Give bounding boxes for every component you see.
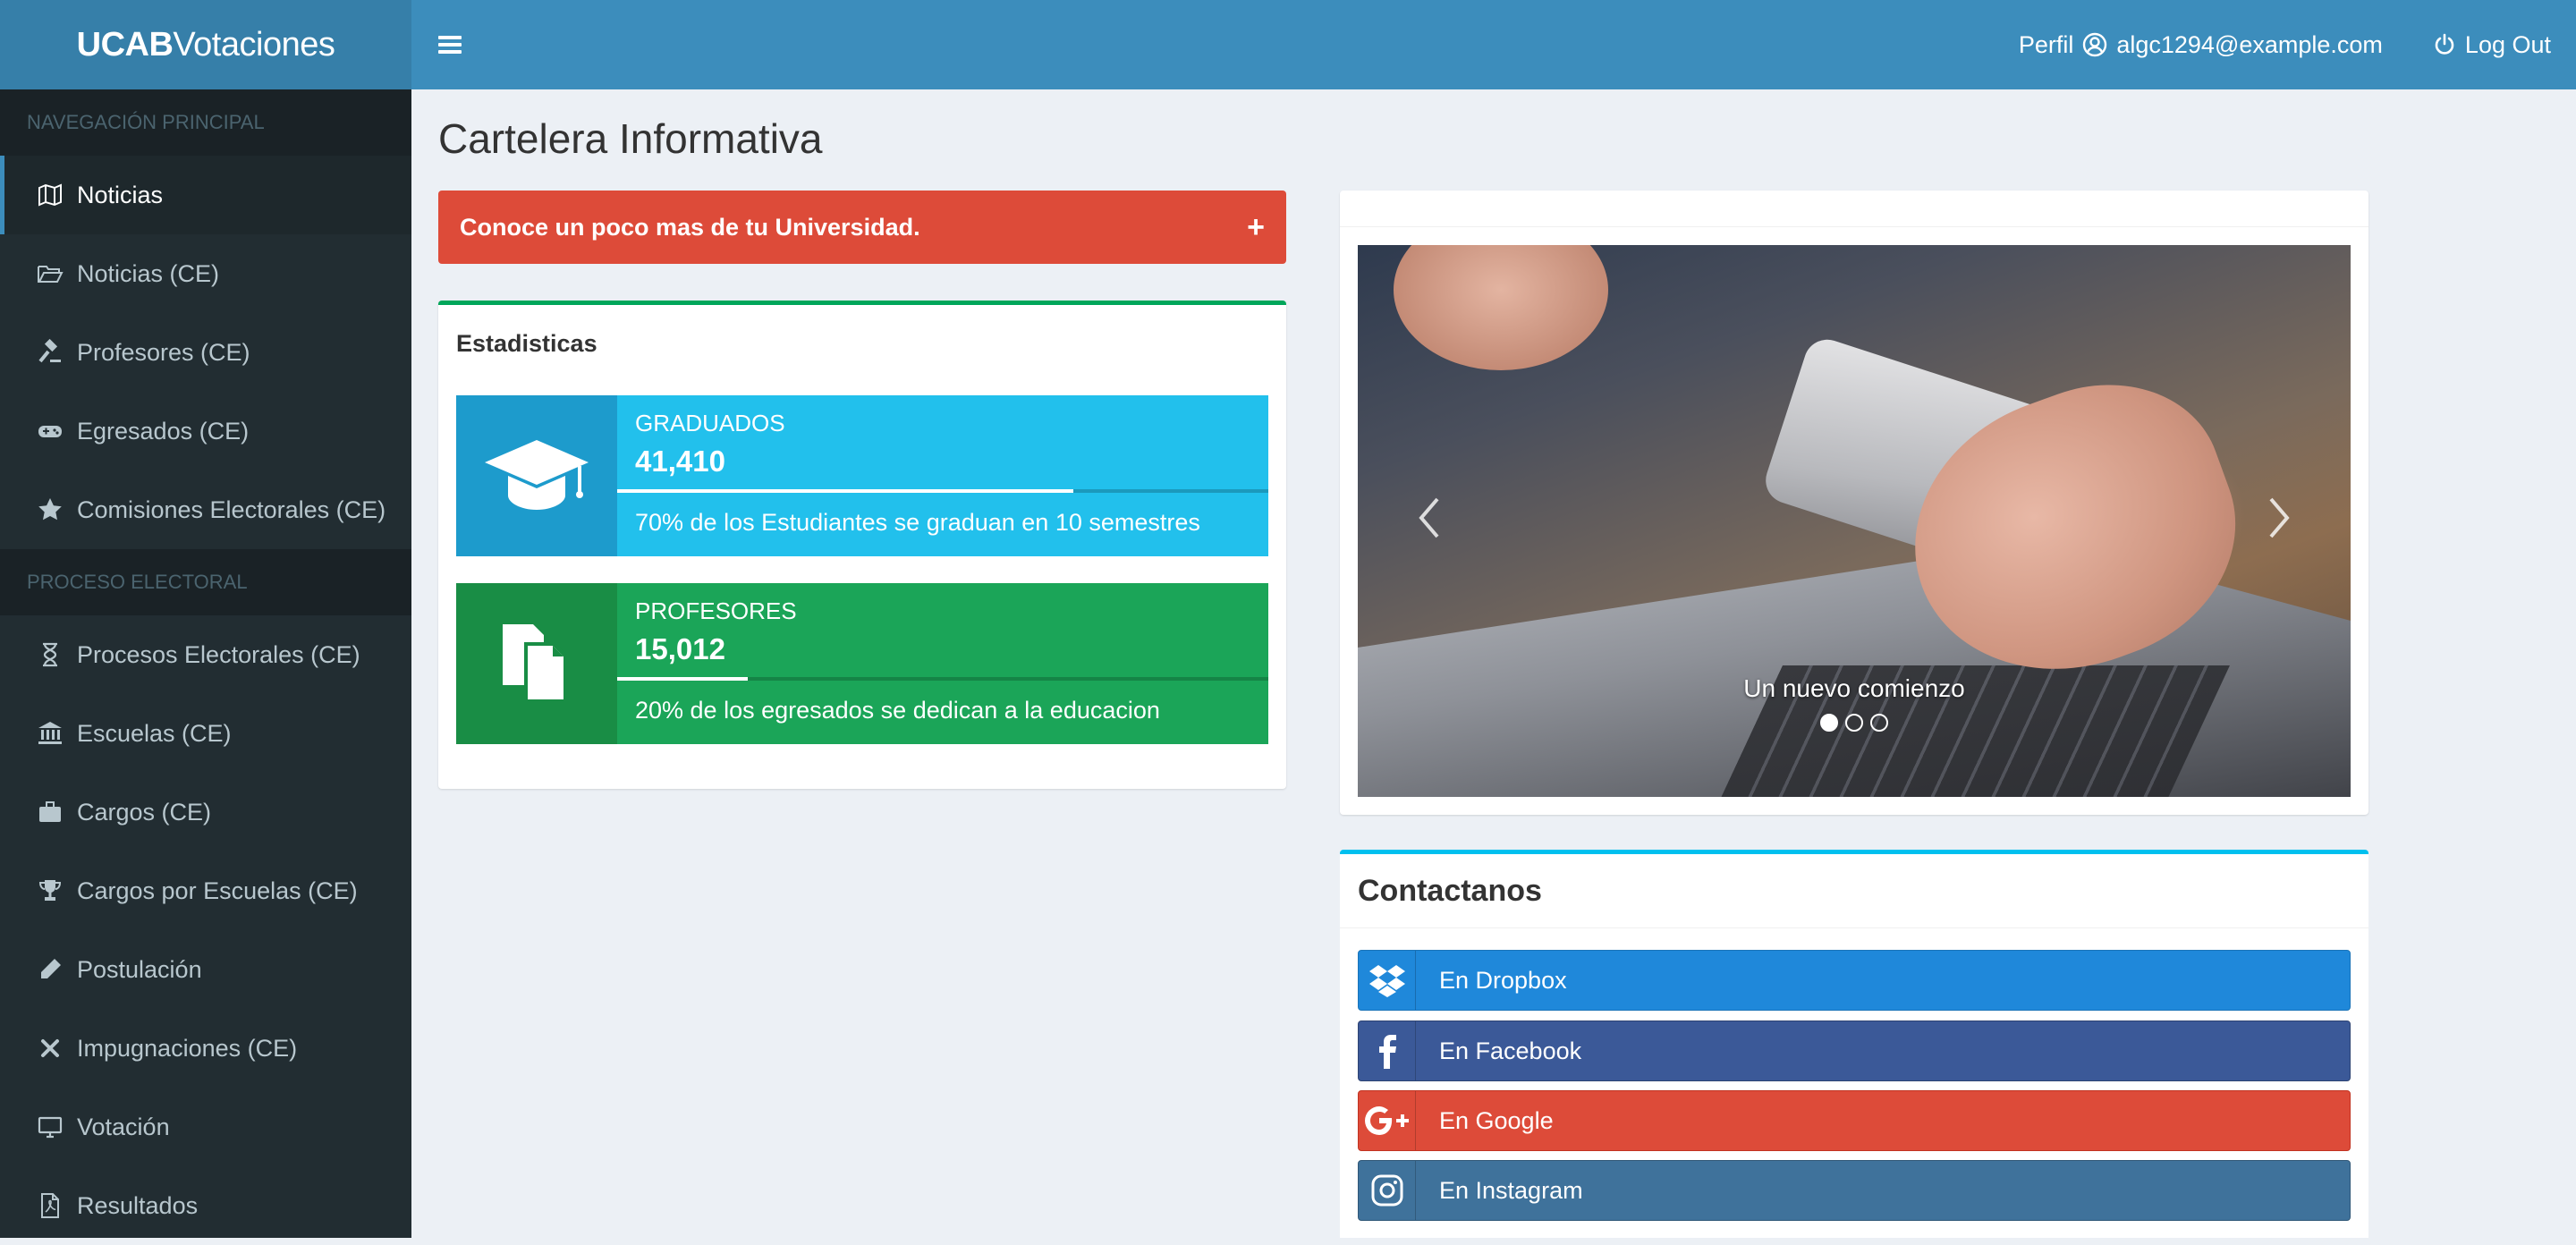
profile-link[interactable]: Perfil algc1294@example.com <box>1994 0 2408 89</box>
sidebar-item-noticias-ce[interactable]: Noticias (CE) <box>0 234 411 313</box>
google-button[interactable]: En Google <box>1358 1090 2351 1151</box>
sidebar-item-noticias[interactable]: Noticias <box>0 156 411 234</box>
dropbox-button[interactable]: En Dropbox <box>1358 950 2351 1011</box>
instagram-icon <box>1359 1161 1416 1220</box>
progress-bar <box>617 489 1268 493</box>
graduados-info-box: GRADUADOS 41,410 70% de los Estudiantes … <box>456 395 1268 556</box>
profesores-info-box: PROFESORES 15,012 20% de los egresados s… <box>456 583 1268 744</box>
power-icon <box>2435 33 2454 55</box>
sidebar-item-egresados[interactable]: Egresados (CE) <box>0 392 411 470</box>
info-box-label: GRADUADOS <box>635 410 785 436</box>
carousel-indicators <box>1358 714 2351 732</box>
files-icon <box>456 583 617 744</box>
sidebar-item-postulacion[interactable]: Postulación <box>0 930 411 1009</box>
info-box-label: PROFESORES <box>635 597 797 624</box>
pencil-icon <box>34 953 66 986</box>
sidebar-item-label: Profesores (CE) <box>77 338 250 366</box>
facebook-button[interactable]: En Facebook <box>1358 1021 2351 1081</box>
carousel-panel: Un nuevo comienzo <box>1340 191 2368 815</box>
sidebar-item-votacion[interactable]: Votación <box>0 1088 411 1166</box>
social-label: En Dropbox <box>1439 966 1567 994</box>
user-email: algc1294@example.com <box>2116 30 2383 58</box>
expand-plus-icon[interactable]: + <box>1247 210 1265 245</box>
file-pdf-icon <box>34 1190 66 1222</box>
sidebar-section-electoral: Proceso Electoral <box>0 549 411 615</box>
sidebar-item-label: Impugnaciones (CE) <box>77 1034 298 1062</box>
image-carousel[interactable]: Un nuevo comienzo <box>1358 245 2351 797</box>
gamepad-icon <box>34 415 66 447</box>
app-logo[interactable]: UCAB Votaciones <box>0 0 411 89</box>
star-icon <box>34 494 66 526</box>
top-navbar: Perfil algc1294@example.com Log Out <box>411 0 2576 89</box>
logo-bold: UCAB <box>76 25 174 64</box>
social-label: En Google <box>1439 1106 1554 1134</box>
graduation-cap-icon <box>456 395 617 556</box>
sidebar-item-profesores[interactable]: Profesores (CE) <box>0 313 411 392</box>
bank-icon <box>34 717 66 750</box>
info-banner: Conoce un poco mas de tu Universidad. + <box>438 191 1286 264</box>
info-box-number: 41,410 <box>635 445 725 478</box>
info-box-number: 15,012 <box>635 632 725 665</box>
carousel-dot[interactable] <box>1870 714 1888 732</box>
trophy-icon <box>34 875 66 907</box>
sidebar: Navegación Principal Noticias Noticias (… <box>0 89 411 1238</box>
progress-description: 20% de los egresados se dedican a la edu… <box>635 697 1160 724</box>
desktop-icon <box>34 1111 66 1143</box>
sidebar-item-escuelas[interactable]: Escuelas (CE) <box>0 694 411 773</box>
times-icon <box>34 1032 66 1064</box>
carousel-next-icon[interactable] <box>2261 495 2297 540</box>
sidebar-section-main: Navegación Principal <box>0 89 411 156</box>
logout-label: Log Out <box>2464 30 2551 58</box>
progress-bar <box>617 677 1268 681</box>
sidebar-item-resultados[interactable]: Resultados <box>0 1166 411 1245</box>
sidebar-item-label: Noticias <box>77 181 164 208</box>
social-label: En Facebook <box>1439 1037 1582 1064</box>
progress-description: 70% de los Estudiantes se graduan en 10 … <box>635 509 1200 536</box>
sidebar-item-label: Egresados (CE) <box>77 417 250 445</box>
page-title: Cartelera Informativa <box>438 115 823 162</box>
facebook-icon <box>1359 1021 1416 1080</box>
sidebar-item-label: Procesos Electorales (CE) <box>77 640 360 668</box>
sidebar-item-label: Resultados <box>77 1191 199 1219</box>
banner-text: Conoce un poco mas de tu Universidad. <box>460 213 920 241</box>
contact-panel: Contactanos En Dropbox En Facebook En Go… <box>1340 850 2368 1238</box>
sidebar-item-label: Cargos por Escuelas (CE) <box>77 877 358 904</box>
instagram-button[interactable]: En Instagram <box>1358 1160 2351 1221</box>
folder-open-icon <box>34 258 66 290</box>
social-label: En Instagram <box>1439 1176 1583 1204</box>
sidebar-item-impugnaciones[interactable]: Impugnaciones (CE) <box>0 1009 411 1088</box>
hourglass-icon <box>34 639 66 671</box>
user-circle-icon <box>2083 32 2107 57</box>
sidebar-item-label: Votación <box>77 1113 170 1140</box>
sidebar-item-comisiones[interactable]: Comisiones Electorales (CE) <box>0 470 411 549</box>
sidebar-item-procesos[interactable]: Procesos Electorales (CE) <box>0 615 411 694</box>
sidebar-item-label: Escuelas (CE) <box>77 719 232 747</box>
stats-title: Estadisticas <box>456 330 597 357</box>
contact-title: Contactanos <box>1358 874 1542 908</box>
logout-button[interactable]: Log Out <box>2408 0 2576 89</box>
carousel-dot[interactable] <box>1845 714 1863 732</box>
gavel-icon <box>34 336 66 368</box>
sidebar-item-label: Postulación <box>77 955 202 983</box>
sidebar-item-cargos-escuelas[interactable]: Cargos por Escuelas (CE) <box>0 851 411 930</box>
logo-light: Votaciones <box>173 25 335 64</box>
sidebar-toggle-icon[interactable] <box>438 36 462 54</box>
dropbox-icon <box>1359 951 1416 1010</box>
carousel-prev-icon[interactable] <box>1411 495 1447 540</box>
sidebar-item-cargos[interactable]: Cargos (CE) <box>0 773 411 851</box>
sidebar-item-label: Comisiones Electorales (CE) <box>77 495 386 523</box>
carousel-caption: Un nuevo comienzo <box>1743 674 1965 702</box>
briefcase-icon <box>34 796 66 828</box>
map-icon <box>34 179 66 211</box>
google-plus-icon <box>1359 1091 1416 1150</box>
sidebar-item-label: Noticias (CE) <box>77 259 220 287</box>
sidebar-item-label: Cargos (CE) <box>77 798 212 826</box>
carousel-dot[interactable] <box>1820 714 1838 732</box>
profile-label: Perfil <box>2018 30 2074 58</box>
stats-panel: Estadisticas GRADUADOS 41,410 70% de los… <box>438 301 1286 789</box>
